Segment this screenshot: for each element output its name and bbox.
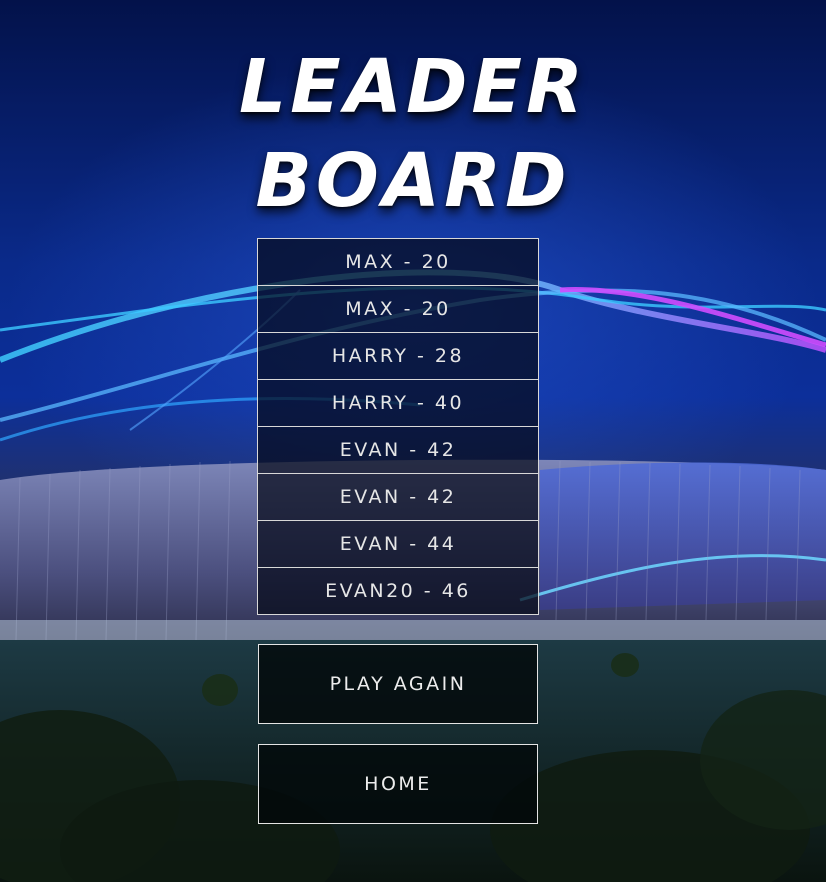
leaderboard-entry: EVAN - 42 bbox=[257, 473, 539, 521]
play-again-button[interactable]: PLAY AGAIN bbox=[258, 644, 538, 724]
leaderboard-list: MAX - 20 MAX - 20 HARRY - 28 HARRY - 40 … bbox=[257, 238, 539, 615]
title-line-1: LEADER bbox=[239, 44, 587, 130]
leaderboard-entry: HARRY - 40 bbox=[257, 379, 539, 427]
leaderboard-entry: EVAN - 42 bbox=[257, 426, 539, 474]
leaderboard-entry: EVAN20 - 46 bbox=[257, 567, 539, 615]
leaderboard-entry: MAX - 20 bbox=[257, 238, 539, 286]
page-title: LEADER BOARD bbox=[0, 40, 826, 228]
home-button[interactable]: HOME bbox=[258, 744, 538, 824]
title-line-2: BOARD bbox=[255, 138, 571, 224]
leaderboard-entry: EVAN - 44 bbox=[257, 520, 539, 568]
leaderboard-entry: MAX - 20 bbox=[257, 285, 539, 333]
leaderboard-entry: HARRY - 28 bbox=[257, 332, 539, 380]
